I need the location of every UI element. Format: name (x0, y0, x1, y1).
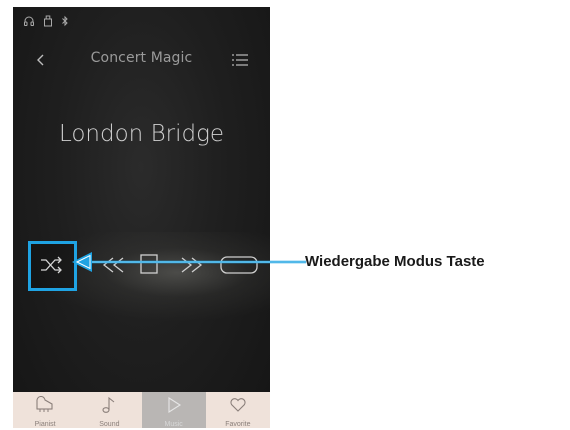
callout-arrow (72, 252, 306, 272)
play-icon (164, 396, 184, 419)
heart-icon (228, 396, 248, 419)
list-icon[interactable] (231, 51, 249, 69)
tab-label: Sound (99, 421, 120, 428)
piano-icon (34, 395, 56, 419)
song-title: London Bridge (58, 121, 225, 147)
tab-music[interactable]: Music (141, 392, 206, 428)
tab-label: Pianist (34, 421, 56, 428)
tab-pianist[interactable]: Pianist (13, 392, 77, 428)
callout-label: Wiedergabe Modus Taste (305, 253, 485, 270)
tab-label: Favorite (225, 421, 251, 428)
bluetooth-icon (61, 15, 69, 27)
bottom-tab-bar: Pianist Sound Music Favorite (13, 392, 270, 428)
tab-sound[interactable]: Sound (77, 392, 141, 428)
nav-bar: Concert Magic (13, 47, 270, 73)
phone-screen: Concert Magic London Bridge Pianist Soun… (13, 7, 270, 428)
shuffle-icon (38, 253, 66, 282)
music-note-icon (99, 396, 119, 419)
tab-favorite[interactable]: Favorite (206, 392, 270, 428)
headphones-icon (23, 15, 35, 27)
tab-label: Music (164, 421, 183, 428)
screenshot-stage: Concert Magic London Bridge Pianist Soun… (0, 0, 570, 430)
status-bar (23, 13, 69, 29)
usb-icon (43, 15, 53, 27)
